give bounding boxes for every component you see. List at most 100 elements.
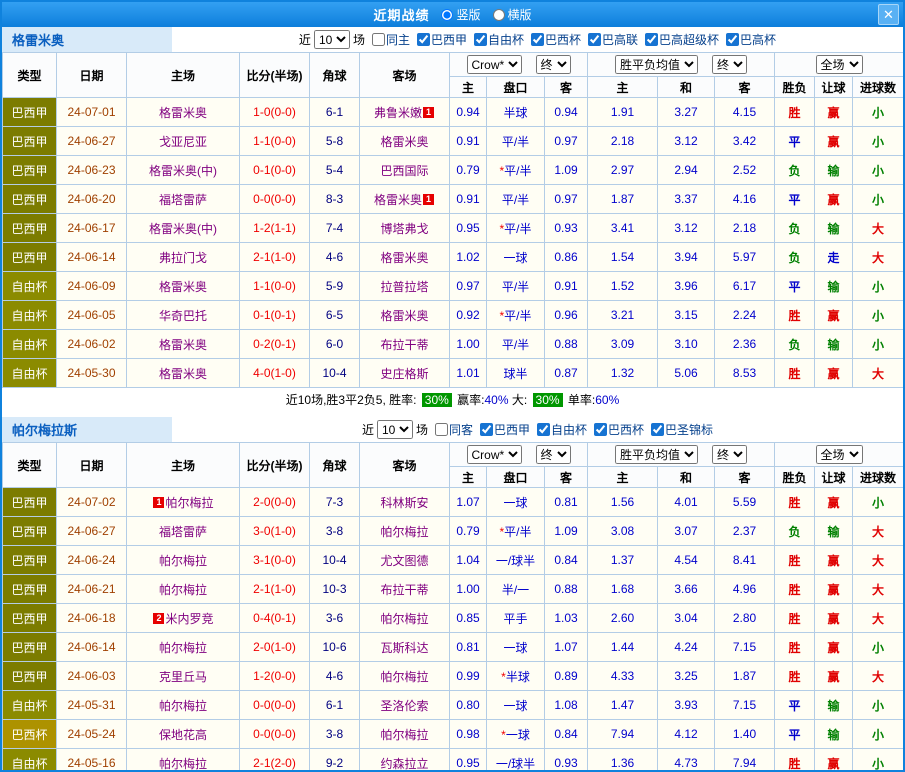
cover-cell: 赢 — [815, 546, 853, 575]
filter-checkbox-input[interactable] — [594, 423, 607, 436]
euro-home-odds-cell: 1.52 — [588, 272, 658, 301]
team-link[interactable]: 帕尔梅拉 — [380, 525, 428, 539]
team-link[interactable]: 保地花高 — [159, 728, 207, 742]
team-link[interactable]: 布拉干蒂 — [380, 583, 428, 597]
team-link[interactable]: 福塔雷萨 — [159, 525, 207, 539]
goals-cell: 小 — [853, 127, 904, 156]
filter-checkbox-input[interactable] — [435, 423, 448, 436]
team-link[interactable]: 格雷米奥 — [159, 280, 207, 294]
team-link[interactable]: 格雷米奥 — [374, 193, 422, 207]
team-link[interactable]: 帕尔梅拉 — [380, 728, 428, 742]
filter-checkbox-input[interactable] — [645, 33, 658, 46]
filter-checkbox[interactable]: 巴西甲 — [476, 421, 530, 438]
team-link[interactable]: 帕尔梅拉 — [159, 583, 207, 597]
asia-odds-source-select[interactable]: Crow* — [467, 445, 522, 464]
team-link[interactable]: 科林斯安 — [380, 496, 428, 510]
team-link[interactable]: 拉普拉塔 — [380, 280, 428, 294]
filter-checkbox[interactable]: 同客 — [431, 421, 473, 438]
filter-checkbox[interactable]: 巴西杯 — [590, 421, 644, 438]
score-cell: 1-2(1-1) — [240, 214, 310, 243]
filter-checkbox[interactable]: 巴高杯 — [722, 31, 776, 48]
team-link[interactable]: 帕尔梅拉 — [380, 670, 428, 684]
team-link[interactable]: 格雷米奥(中) — [149, 164, 217, 178]
team-link[interactable]: 尤文图德 — [380, 554, 428, 568]
team-link[interactable]: 弗拉门戈 — [159, 251, 207, 265]
filter-checkbox[interactable]: 巴西甲 — [413, 31, 467, 48]
team-link[interactable]: 格雷米奥(中) — [149, 222, 217, 236]
filter-checkbox[interactable]: 巴高超级杯 — [641, 31, 719, 48]
asia-home-odds-cell: 1.07 — [450, 488, 487, 517]
filter-checkbox-input[interactable] — [531, 33, 544, 46]
team-link[interactable]: 帕尔梅拉 — [165, 496, 213, 510]
team-link[interactable]: 克里丘马 — [159, 670, 207, 684]
europe-odds-source-select[interactable]: 胜平负均值 — [615, 55, 698, 74]
horizontal-view-radio[interactable] — [493, 9, 505, 21]
team-link[interactable]: 格雷米奥 — [159, 367, 207, 381]
filter-checkbox-input[interactable] — [651, 423, 664, 436]
europe-odds-state-select[interactable]: 终 — [712, 445, 747, 464]
europe-odds-state-select[interactable]: 终 — [712, 55, 747, 74]
team-link[interactable]: 格雷米奥 — [159, 338, 207, 352]
asia-home-odds-cell: 0.95 — [450, 214, 487, 243]
filter-checkbox[interactable]: 巴高联 — [584, 31, 638, 48]
scope-select[interactable]: 全场 — [816, 445, 863, 464]
scope-select[interactable]: 全场 — [816, 55, 863, 74]
team-link[interactable]: 博塔弗戈 — [380, 222, 428, 236]
team-link[interactable]: 帕尔梅拉 — [159, 641, 207, 655]
team-link[interactable]: 圣洛伦索 — [380, 699, 428, 713]
team-link[interactable]: 戈亚尼亚 — [159, 135, 207, 149]
team-link[interactable]: 弗鲁米嫩 — [374, 106, 422, 120]
asia-away-odds-cell: 0.93 — [545, 749, 588, 772]
vertical-view-radio[interactable] — [441, 9, 453, 21]
filter-checkbox-input[interactable] — [726, 33, 739, 46]
filter-checkbox[interactable]: 自由杯 — [470, 31, 524, 48]
recent-count-select[interactable]: 10 — [377, 420, 413, 439]
team-link[interactable]: 巴西国际 — [380, 164, 428, 178]
filter-checkbox[interactable]: 巴圣锦标 — [647, 421, 713, 438]
asia-odds-state-select[interactable]: 终 — [536, 445, 571, 464]
team-link[interactable]: 格雷米奥 — [380, 251, 428, 265]
close-button[interactable]: ✕ — [878, 4, 899, 25]
team-link[interactable]: 格雷米奥 — [380, 309, 428, 323]
view-option-vertical[interactable]: 竖版 — [441, 6, 480, 23]
team-link[interactable]: 史庄格斯 — [380, 367, 428, 381]
filter-checkbox-input[interactable] — [372, 33, 385, 46]
recent-count-select[interactable]: 10 — [314, 30, 350, 49]
filter-checkbox-input[interactable] — [474, 33, 487, 46]
team-link[interactable]: 约森拉立 — [380, 757, 428, 771]
team-link[interactable]: 格雷米奥 — [380, 135, 428, 149]
team-link[interactable]: 瓦斯科达 — [380, 641, 428, 655]
filter-checkbox[interactable]: 巴西杯 — [527, 31, 581, 48]
competition-type-cell: 巴西甲 — [3, 604, 57, 633]
team-link[interactable]: 福塔雷萨 — [159, 193, 207, 207]
filter-checkbox-input[interactable] — [480, 423, 493, 436]
home-team-cell: 弗拉门戈 — [127, 243, 240, 272]
filter-checkbox-input[interactable] — [417, 33, 430, 46]
date-cell: 24-06-03 — [57, 662, 127, 691]
handicap-text: 一球 — [503, 251, 527, 265]
asia-home-header: 主 — [450, 467, 487, 488]
europe-odds-source-select[interactable]: 胜平负均值 — [615, 445, 698, 464]
team-link[interactable]: 米内罗竞 — [165, 612, 213, 626]
team-link[interactable]: 帕尔梅拉 — [159, 757, 207, 771]
view-option-horizontal[interactable]: 横版 — [493, 6, 532, 23]
asia-home-odds-cell: 0.98 — [450, 720, 487, 749]
filter-checkbox-input[interactable] — [537, 423, 550, 436]
asia-home-odds-cell: 0.91 — [450, 185, 487, 214]
score-cell: 0-1(0-0) — [240, 156, 310, 185]
asia-odds-state-select[interactable]: 终 — [536, 55, 571, 74]
asia-odds-source-select[interactable]: Crow* — [467, 55, 522, 74]
team-link[interactable]: 帕尔梅拉 — [380, 612, 428, 626]
team-link[interactable]: 华奇巴托 — [159, 309, 207, 323]
filter-checkbox[interactable]: 同主 — [368, 31, 410, 48]
team-link[interactable]: 布拉干蒂 — [380, 338, 428, 352]
goals-header: 进球数 — [853, 77, 904, 98]
filter-checkbox-input[interactable] — [588, 33, 601, 46]
cover-cell: 输 — [815, 214, 853, 243]
team-link[interactable]: 帕尔梅拉 — [159, 554, 207, 568]
filter-checkbox[interactable]: 自由杯 — [533, 421, 587, 438]
team-link[interactable]: 帕尔梅拉 — [159, 699, 207, 713]
match-row: 巴西甲24-06-27戈亚尼亚1-1(0-0)5-8格雷米奥0.91平/半0.9… — [3, 127, 904, 156]
asia-away-odds-cell: 0.94 — [545, 98, 588, 127]
team-link[interactable]: 格雷米奥 — [159, 106, 207, 120]
